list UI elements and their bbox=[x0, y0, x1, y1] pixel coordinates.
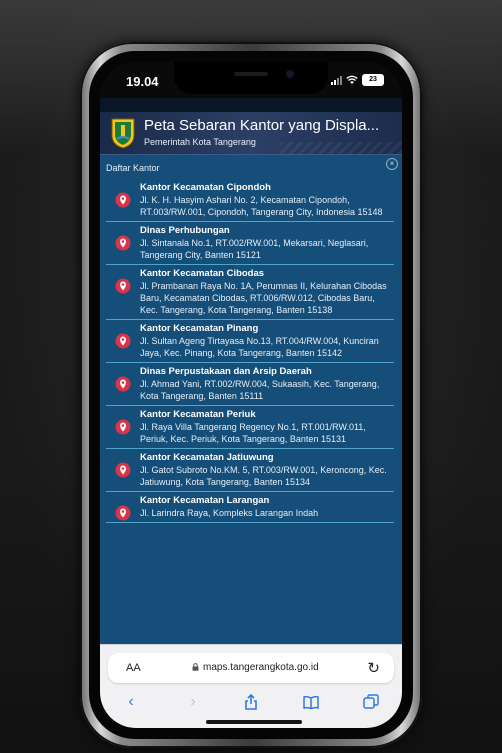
map-pin-icon bbox=[115, 462, 131, 478]
url-text: maps.tangerangkota.go.id bbox=[203, 662, 319, 673]
battery-icon: 23 bbox=[362, 74, 384, 86]
phone-screen: 19.04 23 Peta Sebaran Kantor yang Displa… bbox=[100, 62, 402, 728]
office-name: Dinas Perpustakaan dan Arsip Daerah bbox=[140, 366, 312, 377]
map-pin-icon bbox=[115, 505, 131, 521]
status-bar: 19.04 23 bbox=[100, 62, 402, 98]
list-item[interactable]: Kantor Kecamatan Cipondoh Jl. K. H. Hasy… bbox=[106, 179, 394, 222]
office-name: Dinas Perhubungan bbox=[140, 225, 230, 236]
office-address: Jl. Sintanala No.1, RT.002/RW.001, Mekar… bbox=[140, 238, 369, 260]
signal-icon bbox=[331, 75, 342, 85]
list-item[interactable]: Kantor Kecamatan Jatiuwung Jl. Gatot Sub… bbox=[106, 449, 394, 492]
browser-bar: AA maps.tangerangkota.go.id ↻ ‹ › bbox=[100, 644, 402, 728]
status-icons: 23 bbox=[331, 74, 384, 86]
office-address: Jl. Gatot Subroto No.KM. 5, RT.003/RW.00… bbox=[140, 465, 387, 487]
map-pin-icon bbox=[115, 333, 131, 349]
office-name: Kantor Kecamatan Cibodas bbox=[140, 268, 265, 279]
list-item[interactable]: Dinas Perpustakaan dan Arsip Daerah Jl. … bbox=[106, 363, 394, 406]
list-item[interactable]: Dinas Perhubungan Jl. Sintanala No.1, RT… bbox=[106, 222, 394, 265]
forward-icon[interactable]: › bbox=[184, 693, 202, 711]
back-icon[interactable]: ‹ bbox=[122, 693, 140, 711]
reload-icon[interactable]: ↻ bbox=[367, 659, 380, 677]
office-address: Jl. Larindra Raya, Kompleks Larangan Ind… bbox=[140, 508, 319, 518]
phone-frame: 19.04 23 Peta Sebaran Kantor yang Displa… bbox=[80, 42, 422, 748]
panel-title: Daftar Kantor bbox=[106, 163, 160, 173]
map-pin-icon bbox=[115, 235, 131, 251]
office-address: Jl. Raya Villa Tangerang Regency No.1, R… bbox=[140, 422, 366, 444]
office-name: Kantor Kecamatan Pinang bbox=[140, 323, 259, 334]
page-title: Peta Sebaran Kantor yang Displa... bbox=[144, 117, 380, 134]
bookmarks-icon[interactable] bbox=[302, 693, 320, 711]
speaker bbox=[234, 72, 268, 76]
home-indicator bbox=[206, 720, 302, 724]
browser-toolbar: ‹ › bbox=[100, 689, 402, 717]
text-size-button[interactable]: AA bbox=[126, 662, 141, 674]
office-name: Kantor Kecamatan Periuk bbox=[140, 409, 256, 420]
wifi-icon bbox=[346, 75, 358, 84]
close-icon[interactable]: × bbox=[386, 158, 398, 170]
lock-icon bbox=[192, 663, 199, 671]
office-address: Jl. Ahmad Yani, RT.002/RW.004, Sukaasih,… bbox=[140, 379, 380, 401]
list-item[interactable]: Kantor Kecamatan Cibodas Jl. Prambanan R… bbox=[106, 265, 394, 320]
office-address: Jl. Sultan Ageng Tirtayasa No.13, RT.004… bbox=[140, 336, 379, 358]
map-pin-icon bbox=[115, 278, 131, 294]
office-list: Kantor Kecamatan Cipondoh Jl. K. H. Hasy… bbox=[100, 179, 402, 523]
tabs-icon[interactable] bbox=[362, 693, 380, 711]
office-name: Kantor Kecamatan Larangan bbox=[140, 495, 270, 506]
notch bbox=[174, 62, 328, 94]
phone-bezel: 19.04 23 Peta Sebaran Kantor yang Displa… bbox=[89, 51, 413, 739]
office-address: Jl. Prambanan Raya No. 1A, Perumnas II, … bbox=[140, 281, 387, 315]
header-pattern bbox=[280, 142, 402, 154]
office-name: Kantor Kecamatan Jatiuwung bbox=[140, 452, 274, 463]
office-list-panel: Daftar Kantor × Kantor Kecamatan Cipondo… bbox=[100, 155, 402, 655]
list-item[interactable]: Kantor Kecamatan Pinang Jl. Sultan Ageng… bbox=[106, 320, 394, 363]
list-item[interactable]: Kantor Kecamatan Larangan Jl. Larindra R… bbox=[106, 492, 394, 523]
map-pin-icon bbox=[115, 376, 131, 392]
status-time: 19.04 bbox=[126, 74, 159, 89]
city-emblem-icon bbox=[111, 118, 135, 149]
map-pin-icon bbox=[115, 192, 131, 208]
map-pin-icon bbox=[115, 419, 131, 435]
app-header: Peta Sebaran Kantor yang Displa... Pemer… bbox=[100, 112, 402, 155]
address-bar[interactable]: AA maps.tangerangkota.go.id ↻ bbox=[108, 653, 394, 683]
share-icon[interactable] bbox=[242, 693, 260, 711]
front-camera bbox=[286, 70, 294, 78]
page-subtitle: Pemerintah Kota Tangerang bbox=[144, 137, 256, 147]
list-item[interactable]: Kantor Kecamatan Periuk Jl. Raya Villa T… bbox=[106, 406, 394, 449]
office-address: Jl. K. H. Hasyim Ashari No. 2, Kecamatan… bbox=[140, 195, 383, 217]
office-name: Kantor Kecamatan Cipondoh bbox=[140, 182, 271, 193]
